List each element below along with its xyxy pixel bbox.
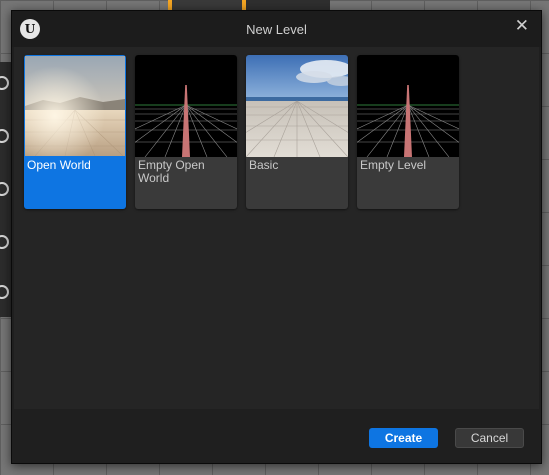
template-tile-empty-level[interactable]: Empty Level — [357, 55, 459, 209]
template-tile-empty-open-world[interactable]: Empty Open World — [135, 55, 237, 209]
new-level-dialog: U New Level ✕ Open World Empty Open Worl… — [11, 10, 542, 464]
template-tile-open-world[interactable]: Open World — [24, 55, 126, 209]
toolbar-clock-icon — [0, 76, 9, 90]
dialog-title: New Level — [246, 22, 307, 37]
template-label: Empty Open World — [138, 158, 205, 185]
dialog-titlebar: U New Level ✕ — [12, 11, 541, 47]
dialog-footer: Create Cancel — [12, 409, 541, 463]
create-button[interactable]: Create — [369, 428, 438, 448]
desert-landscape-thumbnail — [25, 56, 125, 156]
close-icon[interactable]: ✕ — [515, 16, 529, 36]
template-label: Empty Level — [360, 158, 427, 172]
sky-tile-floor-thumbnail — [246, 55, 348, 157]
toolbar-clock-icon — [0, 285, 9, 299]
template-label: Open World — [27, 158, 91, 172]
grid-horizon-thumbnail — [357, 55, 459, 157]
toolbar-clock-icon — [0, 129, 9, 143]
template-list: Open World Empty Open World Basic Empty … — [14, 47, 539, 409]
toolbar-clock-icon — [0, 182, 9, 196]
cancel-button[interactable]: Cancel — [455, 428, 524, 448]
toolbar-clock-icon — [0, 235, 9, 249]
grid-horizon-thumbnail — [135, 55, 237, 157]
template-tile-basic[interactable]: Basic — [246, 55, 348, 209]
template-label: Basic — [249, 158, 279, 172]
